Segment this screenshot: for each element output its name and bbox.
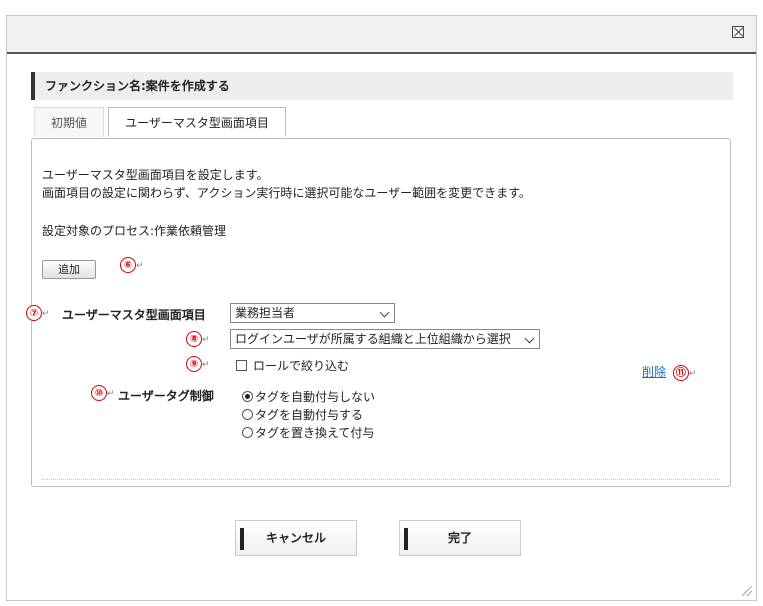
- annotation-8-number: ⑧: [186, 331, 202, 347]
- role-filter-checkbox[interactable]: [236, 360, 247, 371]
- annotation-9-number: ⑨: [186, 356, 202, 372]
- description-line-1: ユーザーマスタ型画面項目を設定します。: [42, 168, 269, 182]
- dialog-window: ファンクション名:案件を作成する 初期値 ユーザーマスタ型画面項目 ユーザーマス…: [6, 15, 757, 601]
- annotation-6: ⑥ ↵: [120, 257, 144, 273]
- chevron-down-icon: [379, 307, 390, 318]
- tab-initial-values[interactable]: 初期値: [34, 107, 104, 137]
- return-mark: ↵: [202, 335, 210, 345]
- function-name-header: ファンクション名:案件を作成する: [31, 72, 733, 100]
- tag-option-3[interactable]: タグを置き換えて付与: [242, 424, 374, 441]
- tab-user-master-fields[interactable]: ユーザーマスタ型画面項目: [108, 107, 286, 137]
- tag-option-1-label: タグを自動付与しない: [255, 390, 376, 404]
- radio-unselected[interactable]: [242, 427, 253, 438]
- divider: [42, 479, 720, 480]
- done-button[interactable]: 完了: [399, 520, 521, 556]
- annotation-9: ⑨ ↵: [186, 356, 210, 372]
- annotation-6-number: ⑥: [120, 257, 136, 273]
- tag-control-label: ユーザータグ制御: [118, 389, 214, 403]
- annotation-11-number: ⑪: [672, 365, 689, 381]
- tag-option-3-label: タグを置き換えて付与: [255, 426, 375, 440]
- cancel-button[interactable]: キャンセル: [235, 520, 357, 556]
- tag-option-1[interactable]: タグを自動付与しない: [242, 388, 375, 405]
- radio-unselected[interactable]: [242, 409, 253, 420]
- chevron-down-icon: [524, 333, 535, 344]
- delete-row: 削除 ⑪ ↵: [642, 363, 696, 381]
- done-button-label: 完了: [447, 531, 472, 545]
- process-text: 設定対象のプロセス:作業依頼管理: [42, 224, 227, 238]
- range-select[interactable]: ログインユーザが所属する組織と上位組織から選択: [230, 329, 540, 349]
- annotation-7-number: ⑦: [26, 305, 42, 321]
- resize-handle-icon[interactable]: [742, 586, 752, 596]
- range-select-value: ログインユーザが所属する組織と上位組織から選択: [235, 332, 511, 346]
- return-mark: ↵: [42, 309, 50, 319]
- role-filter-row[interactable]: ロールで絞り込む: [236, 357, 349, 374]
- annotation-10: ⑩ ↵: [91, 385, 115, 401]
- annotation-10-number: ⑩: [91, 385, 107, 401]
- return-mark: ↵: [136, 261, 144, 271]
- field-select-value: 業務担当者: [235, 306, 296, 320]
- close-icon[interactable]: [732, 26, 744, 38]
- add-button[interactable]: 追加: [42, 260, 96, 279]
- tag-option-2[interactable]: タグを自動付与する: [242, 406, 363, 423]
- delete-link[interactable]: 削除: [642, 365, 666, 379]
- return-mark: ↵: [107, 389, 115, 399]
- annotation-7: ⑦ ↵: [26, 305, 50, 321]
- tag-option-2-label: タグを自動付与する: [255, 408, 364, 422]
- cancel-button-label: キャンセル: [265, 531, 326, 545]
- annotation-8: ⑧ ↵: [186, 331, 210, 347]
- dialog-titlebar: [7, 16, 756, 54]
- description-line-2: 画面項目の設定に関わらず、アクション実行時に選択可能なユーザー範囲を変更できます…: [42, 186, 531, 200]
- field-select[interactable]: 業務担当者: [230, 303, 395, 323]
- return-mark: ↵: [688, 369, 697, 379]
- field-label: ユーザーマスタ型画面項目: [62, 308, 206, 322]
- radio-selected[interactable]: [242, 391, 253, 402]
- settings-panel: ユーザーマスタ型画面項目を設定します。 画面項目の設定に関わらず、アクション実行…: [26, 138, 731, 487]
- role-filter-label: ロールで絞り込む: [253, 359, 350, 373]
- return-mark: ↵: [202, 360, 210, 370]
